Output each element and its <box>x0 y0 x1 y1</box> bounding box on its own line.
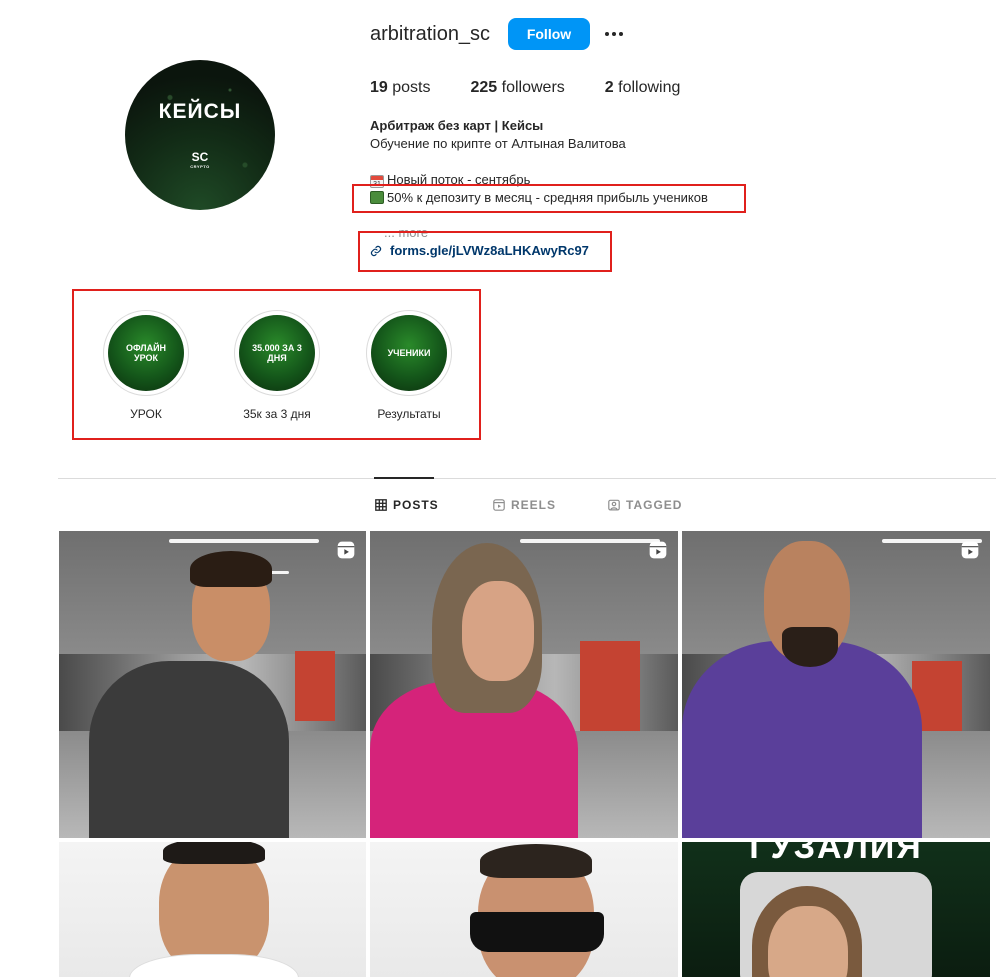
highlight-item[interactable]: ОФЛАЙН УРОК УРОК <box>102 310 190 421</box>
more-options-icon[interactable] <box>600 22 628 46</box>
tab-reels[interactable]: REELS <box>493 498 556 512</box>
profile-username: arbitration_sc <box>370 23 491 45</box>
person-body <box>89 661 289 838</box>
post-tile[interactable] <box>59 842 366 977</box>
tabs-divider <box>58 478 996 479</box>
tab-tagged[interactable]: TAGGED <box>608 498 682 512</box>
annotation-box-bio <box>352 184 746 213</box>
highlight-label: УРОК <box>130 407 162 421</box>
profile-avatar[interactable]: КЕЙСЫ SC CRYPTO <box>125 60 275 210</box>
post-photo-frame <box>740 872 932 977</box>
active-tab-indicator <box>374 477 434 479</box>
highlight-ring: 35.000 ЗА 3 ДНЯ <box>234 310 320 396</box>
person-body <box>682 641 922 838</box>
post-tile[interactable] <box>59 531 366 838</box>
highlight-label: Результаты <box>377 407 441 421</box>
following-count[interactable]: 2 following <box>605 79 681 97</box>
follow-button[interactable]: Follow <box>508 18 590 50</box>
reels-icon <box>493 499 505 511</box>
reel-icon <box>961 541 979 559</box>
highlight-cover: ОФЛАЙН УРОК <box>108 315 184 391</box>
bio-name: Арбитраж без карт | Кейсы <box>370 118 544 133</box>
person-head <box>768 906 848 977</box>
posts-count: 19 posts <box>370 79 431 96</box>
profile-stats: 19 posts 225 followers 2 following <box>370 79 720 97</box>
highlight-item[interactable]: 35.000 ЗА 3 ДНЯ 35к за 3 дня <box>233 310 321 421</box>
person-head <box>462 581 534 681</box>
reel-icon <box>337 541 355 559</box>
post-overlay-title: ГУЗАЛИЯ <box>749 842 923 866</box>
highlight-cover: УЧЕНИКИ <box>371 315 447 391</box>
reel-icon <box>649 541 667 559</box>
highlight-ring: ОФЛАЙН УРОК <box>103 310 189 396</box>
followers-count[interactable]: 225 followers <box>470 79 564 97</box>
sunglasses-icon <box>470 912 604 952</box>
tab-posts[interactable]: POSTS <box>375 498 439 512</box>
grid-icon <box>375 499 387 511</box>
post-tile[interactable] <box>370 842 678 977</box>
highlight-ring: УЧЕНИКИ <box>366 310 452 396</box>
avatar-title: КЕЙСЫ <box>158 100 242 123</box>
post-tile[interactable] <box>682 531 990 838</box>
post-tile[interactable]: ГУЗАЛИЯ <box>682 842 990 977</box>
post-tile[interactable] <box>370 531 678 838</box>
bio-line-1: Обучение по крипте от Алтыная Валитова <box>370 136 626 151</box>
highlight-cover: 35.000 ЗА 3 ДНЯ <box>239 315 315 391</box>
avatar-logo: SC CRYPTO <box>190 150 210 169</box>
annotation-box-link <box>358 231 612 272</box>
highlight-item[interactable]: УЧЕНИКИ Результаты <box>365 310 453 421</box>
tagged-icon <box>608 499 620 511</box>
highlight-label: 35к за 3 дня <box>243 407 311 421</box>
